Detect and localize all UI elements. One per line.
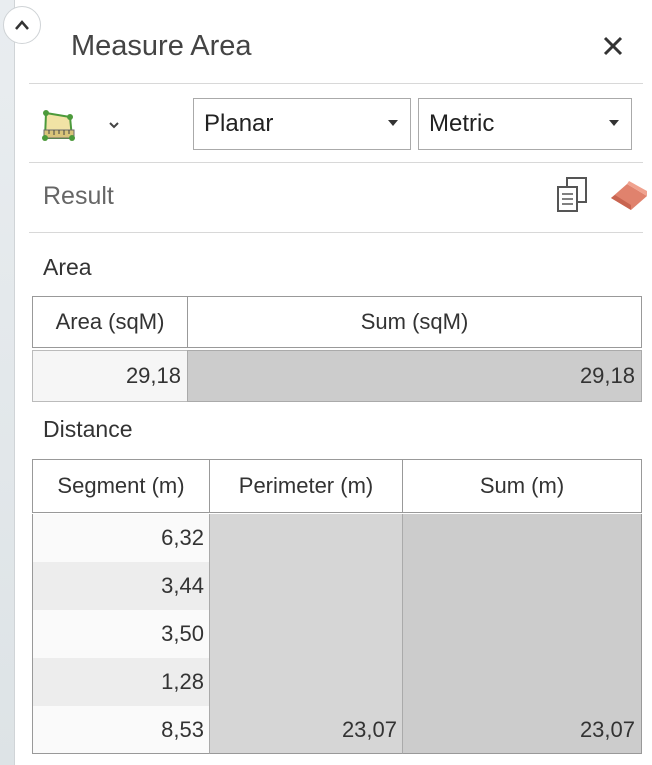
segment-row: 1,28: [32, 658, 210, 706]
distance-section-label: Distance: [43, 416, 133, 442]
segment-row: 6,32: [32, 514, 210, 562]
distance-sum-value: 23,07: [579, 717, 635, 742]
segment-row: 8,53: [32, 706, 210, 754]
area-section-label: Area: [43, 254, 92, 280]
divider: [29, 83, 643, 84]
measure-area-panel: Measure Area Planar Metric Result Area A…: [14, 0, 652, 765]
segment-row: 3,50: [32, 610, 210, 658]
sum-column-header: Sum (m): [402, 459, 642, 513]
unit-system-select[interactable]: Metric: [418, 98, 632, 150]
result-label: Result: [43, 182, 114, 210]
area-value-cell: 29,18: [32, 350, 188, 402]
distance-sum-cell: 23,07: [402, 514, 642, 754]
close-icon: [603, 36, 623, 56]
measurement-mode-select[interactable]: Planar: [193, 98, 411, 150]
area-sum-column-header: Sum (sqM): [187, 296, 642, 348]
dropdown-arrow-icon: [609, 120, 619, 126]
segment-column-header: Segment (m): [32, 459, 210, 513]
area-column-header: Area (sqM): [32, 296, 188, 348]
measure-area-tool-icon[interactable]: [41, 108, 77, 144]
segment-row: 3,44: [32, 562, 210, 610]
area-sum-cell: 29,18: [187, 350, 642, 402]
copy-icon[interactable]: [555, 176, 589, 214]
chevron-down-icon[interactable]: [107, 118, 121, 132]
dropdown-arrow-icon: [388, 120, 398, 126]
perimeter-cell: 23,07: [209, 514, 403, 754]
collapse-button[interactable]: [3, 6, 41, 44]
eraser-icon[interactable]: [607, 180, 651, 212]
unit-system-value: Metric: [429, 110, 495, 137]
close-button[interactable]: [599, 32, 627, 60]
map-background-strip: [0, 0, 15, 765]
divider: [29, 162, 643, 163]
perimeter-column-header: Perimeter (m): [209, 459, 403, 513]
divider: [29, 232, 643, 233]
perimeter-value: 23,07: [341, 717, 397, 742]
chevron-up-icon: [15, 20, 29, 30]
panel-title: Measure Area: [71, 30, 252, 62]
measurement-mode-value: Planar: [204, 110, 274, 137]
